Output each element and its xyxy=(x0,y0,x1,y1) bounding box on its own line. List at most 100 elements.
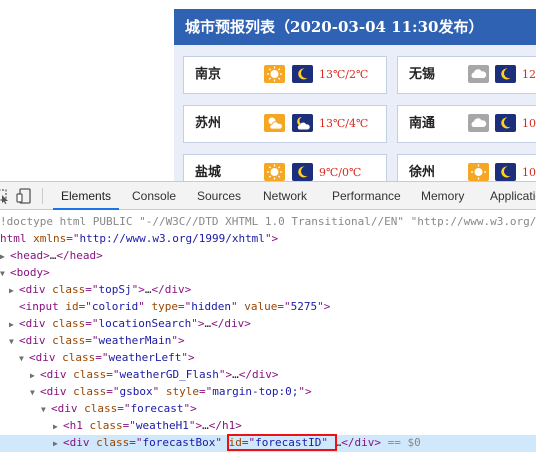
dom-node-head[interactable]: ▶ <head>…</head> xyxy=(0,248,536,265)
attr-name: class xyxy=(84,402,118,415)
punct: "> xyxy=(264,232,279,245)
attr-name: type xyxy=(151,300,178,313)
expand-triangle-icon[interactable]: ▶ xyxy=(53,436,63,453)
dom-node-html[interactable]: html xmlns="http://www.w3.org/1999/xhtml… xyxy=(0,231,536,248)
punct: "> xyxy=(317,300,331,313)
dom-node-body[interactable]: ▼ <body> xyxy=(0,265,536,282)
city-card-nanjing[interactable]: 南京 13℃/2℃ xyxy=(183,56,387,94)
inspect-element-icon[interactable] xyxy=(0,188,10,208)
city-card-nantong[interactable]: 南通 10℃ xyxy=(397,105,536,143)
punct: "> xyxy=(218,368,233,381)
collapse-triangle-icon[interactable]: ▼ xyxy=(19,351,29,368)
temperature: 12℃ xyxy=(522,68,536,81)
city-name[interactable]: 无锡 xyxy=(409,57,435,93)
attr-value: 5275 xyxy=(290,300,318,313)
punct: "> xyxy=(298,385,312,398)
punct: =" xyxy=(177,300,192,313)
punct: "> xyxy=(181,351,195,364)
punct: " xyxy=(152,385,166,398)
dom-node-topsj[interactable]: ▶ <div class="topSj">…</div> xyxy=(0,282,536,299)
city-name[interactable]: 苏州 xyxy=(195,106,221,142)
tab-network[interactable]: Network xyxy=(263,182,307,210)
highlighted-id-attribute: id="forecastID" xyxy=(226,434,337,451)
punct: "> xyxy=(183,402,197,415)
moon-icon xyxy=(495,65,516,83)
collapse-triangle-icon[interactable]: ▼ xyxy=(9,334,19,351)
punct: =" xyxy=(78,300,92,313)
console-ref: == $0 xyxy=(380,436,421,449)
dom-node-input-colorid[interactable]: <input id="colorid" type="hidden" value=… xyxy=(0,299,536,316)
tag-name: <div xyxy=(40,385,74,398)
punct: =" xyxy=(106,385,120,398)
close-tag: </head> xyxy=(56,249,103,262)
dom-node-weathermain[interactable]: ▼ <div class="weatherMain"> xyxy=(0,333,536,350)
attr-name: class xyxy=(96,436,130,449)
attr-value: http://www.w3.org/1999/xhtml xyxy=(79,232,265,245)
tab-memory[interactable]: Memory xyxy=(421,182,464,210)
expand-triangle-icon[interactable]: ▶ xyxy=(9,317,19,334)
ellipsis: … xyxy=(144,283,152,296)
dom-node-doctype[interactable]: !doctype html PUBLIC "-//W3C//DTD XHTML … xyxy=(0,214,536,231)
attr-name: xmlns xyxy=(33,232,67,245)
cloud-icon xyxy=(468,114,489,132)
tab-elements[interactable]: Elements xyxy=(53,182,120,210)
tag-name: <div xyxy=(40,368,74,381)
city-name[interactable]: 南京 xyxy=(195,57,221,93)
attr-name: id xyxy=(228,436,242,449)
devtools-tab-bar: Elements Console Sources Network Perform… xyxy=(0,182,536,210)
cloud-icon xyxy=(468,65,489,83)
dom-node-weatheh1[interactable]: ▶ <h1 class="weatheH1">…</h1> xyxy=(0,418,536,435)
attr-value: margin-top:0; xyxy=(212,385,299,398)
attr-value: locationSearch xyxy=(98,317,192,330)
city-card-suzhou[interactable]: 苏州 13℃/4℃ xyxy=(183,105,387,143)
attr-value: weatheH1 xyxy=(135,419,189,432)
city-name[interactable]: 南通 xyxy=(409,106,435,142)
dom-node-forecastbox[interactable]: ▶ <div class="forecastBox" id="forecastID… xyxy=(0,434,536,453)
dom-node-locationsearch[interactable]: ▶ <div class="locationSearch">…</div> xyxy=(0,316,536,333)
attr-name: class xyxy=(73,385,107,398)
punct: =" xyxy=(85,317,99,330)
close-tag: </div> xyxy=(211,317,251,330)
tab-sources[interactable]: Sources xyxy=(197,182,241,210)
punct: "> xyxy=(188,419,203,432)
attr-name: value xyxy=(244,300,278,313)
expand-triangle-icon[interactable]: ▶ xyxy=(9,283,19,300)
tab-application[interactable]: Applicatio xyxy=(490,182,536,210)
tag-name: <div xyxy=(29,351,63,364)
expand-triangle-icon[interactable]: ▶ xyxy=(30,368,40,385)
sun-icon xyxy=(264,163,285,181)
dom-node-weathergd-flash[interactable]: ▶ <div class="weatherGD_Flash">…</div> xyxy=(0,367,536,384)
ellipsis: … xyxy=(232,368,239,381)
attr-value: forecastBox xyxy=(142,436,216,449)
collapse-triangle-icon[interactable]: ▼ xyxy=(30,385,40,402)
punct: "> xyxy=(131,283,145,296)
close-tag: </div> xyxy=(151,283,192,296)
expand-triangle-icon[interactable]: ▶ xyxy=(0,249,10,266)
attr-name: class xyxy=(73,368,107,381)
attr-value: colorid xyxy=(91,300,139,313)
tag-name: <body> xyxy=(10,266,50,279)
close-tag: </h1> xyxy=(208,419,242,432)
dom-node-gsbox[interactable]: ▼ <div class="gsbox" style="margin-top:0;… xyxy=(0,384,536,401)
tag-name: html xyxy=(0,232,34,245)
punct: " xyxy=(321,436,335,449)
expand-triangle-icon[interactable]: ▶ xyxy=(53,419,63,436)
collapse-triangle-icon[interactable]: ▼ xyxy=(41,402,51,419)
collapse-triangle-icon[interactable]: ▼ xyxy=(0,266,10,283)
tab-console[interactable]: Console xyxy=(132,182,176,210)
dom-node-weatherleft[interactable]: ▼ <div class="weatherLeft"> xyxy=(0,350,536,367)
close-tag: </div> xyxy=(238,368,279,381)
dom-node-forecast[interactable]: ▼ <div class="forecast"> xyxy=(0,401,536,418)
ellipsis: … xyxy=(202,419,209,432)
sun-icon xyxy=(264,65,285,83)
punct: =" xyxy=(199,385,213,398)
tab-performance[interactable]: Performance xyxy=(332,182,401,210)
moon-cloud-icon xyxy=(292,114,313,132)
temperature: 13℃/4℃ xyxy=(319,117,369,130)
tag-name: <div xyxy=(19,334,53,347)
punct: " xyxy=(230,300,245,313)
attr-value: forecastID xyxy=(255,436,322,449)
device-toolbar-icon[interactable] xyxy=(16,188,34,208)
city-card-wuxi[interactable]: 无锡 12℃ xyxy=(397,56,536,94)
punct: =" xyxy=(106,368,120,381)
